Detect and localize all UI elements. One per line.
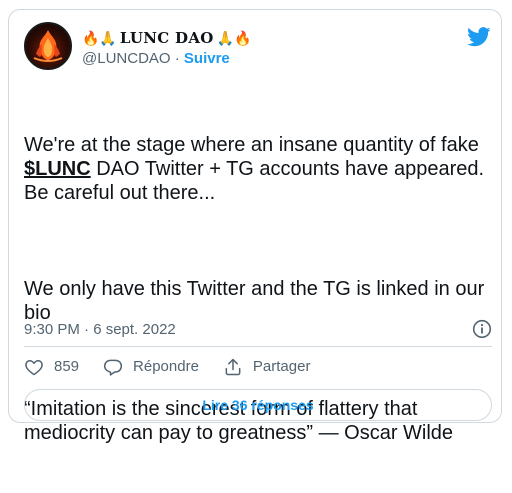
- separator: ·: [174, 50, 180, 67]
- handle-row: @LUNCDAO · Suivre: [82, 50, 230, 68]
- info-icon[interactable]: [472, 319, 492, 339]
- cashtag-link[interactable]: $LUNC: [24, 158, 91, 180]
- share-label: Partager: [252, 358, 311, 375]
- flame-logo-icon: [33, 30, 63, 62]
- name-suffix-emoji: 🙏🔥: [216, 30, 252, 46]
- reply-button[interactable]: Répondre: [103, 349, 199, 385]
- tweet-paragraph-1: We're at the stage where an insane quant…: [24, 133, 494, 205]
- share-button[interactable]: Partager: [223, 349, 311, 385]
- tweet-text: We're at the stage where an insane quant…: [24, 85, 494, 493]
- avatar[interactable]: [24, 22, 72, 70]
- name-prefix-emoji: 🔥🙏: [82, 30, 117, 46]
- reply-label: Répondre: [133, 358, 199, 375]
- tweet-paragraph-2: We only have this Twitter and the TG is …: [24, 278, 490, 324]
- tweet-text-segment: We're at the stage where an insane quant…: [24, 134, 485, 156]
- handle[interactable]: @LUNCDAO: [82, 50, 171, 67]
- like-count: 859: [54, 358, 80, 375]
- tweet-card: 🔥🙏 LUNC DAO 🙏🔥 @LUNCDAO · Suivre We're a…: [8, 9, 502, 444]
- reply-icon: [103, 359, 123, 376]
- like-button[interactable]: 859: [24, 349, 79, 385]
- tweet-text-segment: DAO Twitter + TG accounts have appeared.…: [24, 158, 490, 204]
- twitter-bird-icon[interactable]: [467, 27, 491, 47]
- author-name[interactable]: 🔥🙏 LUNC DAO 🙏🔥: [82, 28, 252, 48]
- display-name: LUNC DAO: [119, 29, 214, 47]
- read-replies-button[interactable]: Lire 36 réponses: [24, 389, 492, 421]
- heart-icon: [25, 360, 43, 376]
- divider: [24, 346, 492, 347]
- action-bar: 859 Répondre Partager: [24, 349, 334, 385]
- share-icon: [225, 358, 241, 376]
- tweet-timestamp[interactable]: 9:30 PM · 6 sept. 2022: [24, 320, 176, 340]
- follow-button[interactable]: Suivre: [184, 50, 230, 67]
